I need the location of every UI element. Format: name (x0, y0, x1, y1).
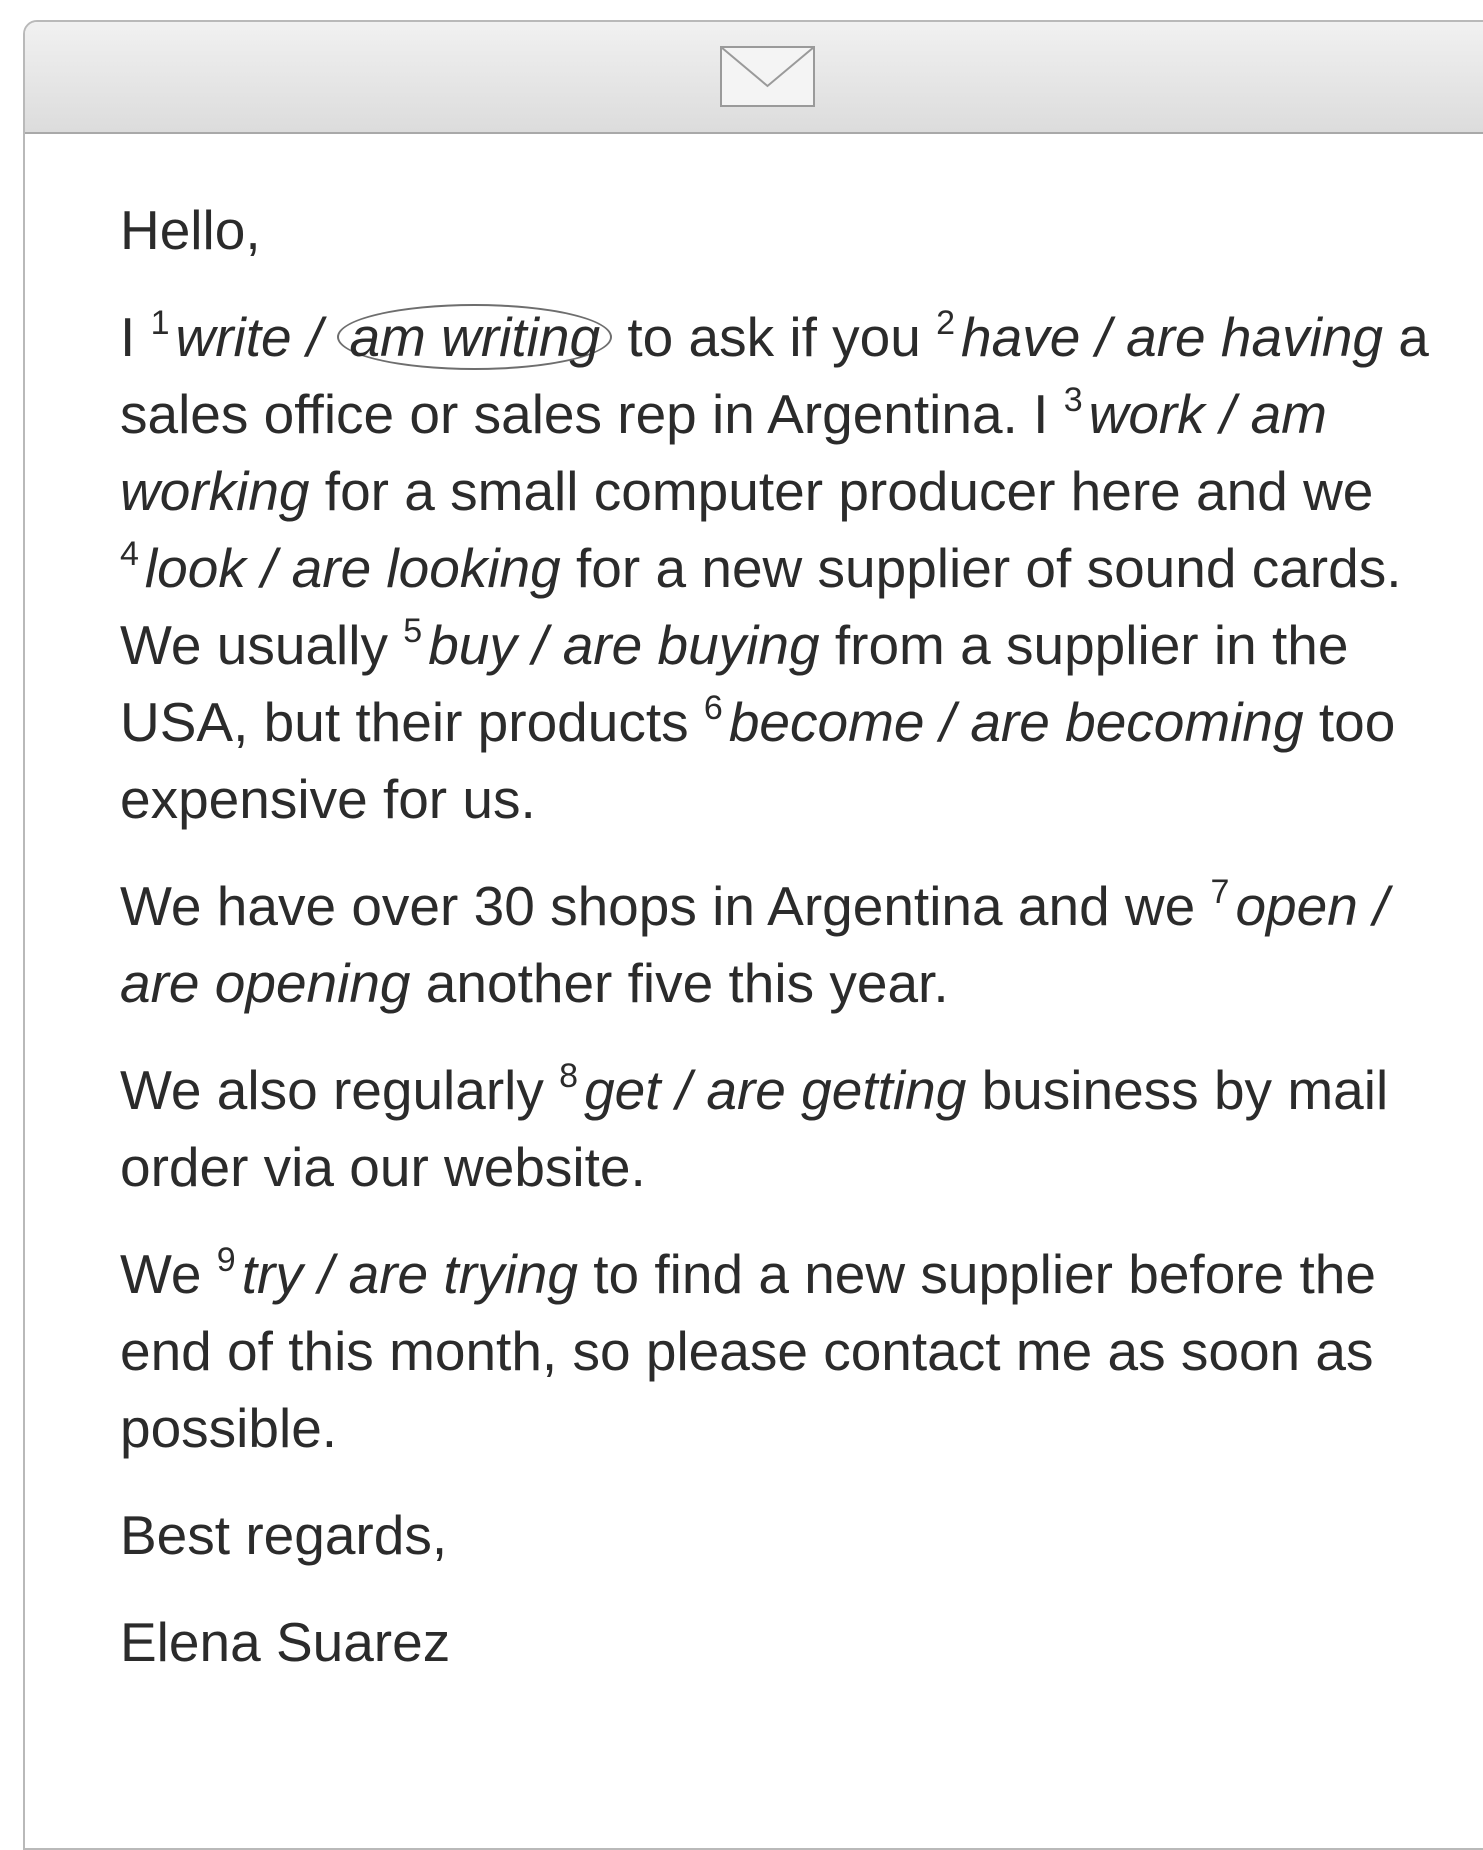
gap-number-9: 9 (216, 1241, 236, 1279)
text-segment: to ask if you (612, 306, 937, 368)
email-paragraph-4: We 9 try / are trying to find a new suppl… (120, 1236, 1450, 1467)
envelope-icon (720, 46, 815, 107)
email-body: Hello, I 1 write / am writing to ask if y… (120, 192, 1450, 1711)
email-paragraph-3: We also regularly 8 get / are getting bus… (120, 1052, 1450, 1206)
verb-choice-6: become / are becoming (728, 691, 1304, 753)
text-segment: another five this year. (410, 952, 949, 1014)
verb-choice-1: write / am writing (175, 304, 613, 370)
email-closing: Best regards, (120, 1504, 448, 1566)
verb-choice-5: buy / are buying (428, 614, 820, 676)
text-segment: for a small computer producer here and w… (309, 460, 1374, 522)
verb-choice-4: look / are looking (144, 537, 561, 599)
verb-option-simple: write / (175, 306, 338, 368)
email-greeting: Hello, (120, 199, 261, 261)
text-segment: I (120, 306, 151, 368)
email-title-bar (25, 22, 1483, 134)
email-window: Hello, I 1 write / am writing to ask if y… (23, 20, 1483, 1850)
email-paragraph-1: I 1 write / am writing to ask if you 2 hav… (120, 299, 1450, 838)
gap-number-1: 1 (150, 304, 170, 342)
gap-number-2: 2 (936, 304, 956, 342)
email-signature: Elena Suarez (120, 1611, 451, 1673)
gap-number-7: 7 (1210, 873, 1230, 911)
gap-number-3: 3 (1063, 381, 1083, 419)
circled-answer: am writing (337, 304, 613, 370)
verb-choice-8: get / are getting (584, 1059, 967, 1121)
gap-number-6: 6 (703, 689, 723, 727)
gap-number-8: 8 (559, 1057, 579, 1095)
verb-choice-2: have / are having (961, 306, 1383, 368)
gap-number-5: 5 (403, 612, 423, 650)
gap-number-4: 4 (120, 535, 139, 573)
text-segment: We have over 30 shops in Argentina and w… (120, 875, 1211, 937)
text-segment: We also regularly (120, 1059, 560, 1121)
email-paragraph-2: We have over 30 shops in Argentina and w… (120, 868, 1450, 1022)
text-segment: We (120, 1243, 217, 1305)
verb-choice-9: try / are trying (241, 1243, 578, 1305)
